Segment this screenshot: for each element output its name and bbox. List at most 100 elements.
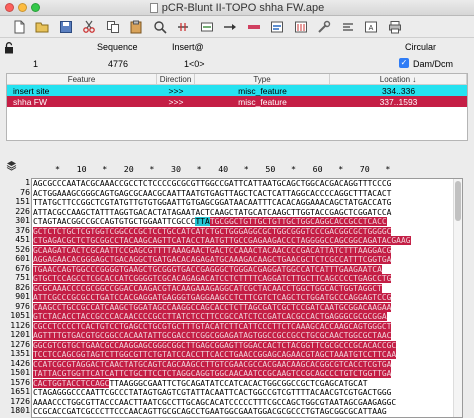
vertical-scrollbar[interactable] <box>453 179 462 417</box>
sequence-line[interactable]: TATTACGTGGTTCATCATTCTGCTTCCTCTAGGCAGGTGG… <box>32 369 462 379</box>
sequence-line[interactable]: GTCTACACCTACCGCCCACAACCCCGCCTTATCTCCTTCC… <box>32 312 462 322</box>
sequence-line[interactable]: GCAAGATCACTCGCAATTCCGAGCGTTTTAAAGAACTGAC… <box>32 245 462 256</box>
feature-highlight-insert-site: TTA <box>195 217 210 226</box>
document-icon <box>149 3 158 13</box>
sequence-editor[interactable]: AGCGCCCAATACGCAAACCGCCTCTCCCCGCGCGTTGGCC… <box>31 178 463 418</box>
feature-type: misc_feature <box>238 96 287 107</box>
graphic-map-button[interactable] <box>267 18 288 36</box>
ruler-tick: * <box>338 164 344 174</box>
enzymes-button[interactable] <box>173 18 194 36</box>
ruler-tick: * <box>196 164 202 174</box>
sequence-text: AGCGCCCAATACGCAAACCGCCTCTCCCCGCGCGTTGGCC… <box>33 179 392 188</box>
feature-name: shha FW <box>13 96 48 107</box>
ruler-tick: * <box>55 164 60 174</box>
orf-button[interactable]: A <box>361 18 382 36</box>
sequence-line[interactable]: GGCGTCGTGCTGAACGCCAAGGAGCGGGCGGCTTGAGCGG… <box>32 340 462 351</box>
sequence-line[interactable]: GCTCTCTGCTCGTGGTCGGCCCGCTCCTGCCATCATCTGC… <box>32 226 462 237</box>
dam-dcm-label[interactable]: Dam/Dcm <box>413 59 453 69</box>
cut-button[interactable] <box>79 18 100 36</box>
sequence-line[interactable]: AGCGCCCAATACGCAAACCGCCTCTCCCCGCGCGTTGGCC… <box>32 179 462 189</box>
sequence-line[interactable]: AAAACCCTGGCGTTACCCAACTTAATCGCCTTGCAGCACA… <box>32 398 462 408</box>
sequence-line[interactable]: AGTTTTGTGACGTGCGGCCACAATATTGCGACCTCGGCGG… <box>32 331 462 341</box>
feature-row[interactable]: shha FW >>> misc_feature 337..1593 <box>7 96 467 107</box>
sequence-text: TTAAGGGCGAATTCTGCAGATATCCATCACACTGGCGGCC… <box>109 378 368 388</box>
window-title: pCR-Blunt II-TOPO shha FW.ape <box>161 2 325 14</box>
new-document-button[interactable] <box>8 18 29 36</box>
sequence-line[interactable]: GTGCTCCAGCCTCGCACCATCGGGGTCGCACAGAGACATC… <box>32 274 462 284</box>
print-button[interactable] <box>384 18 405 36</box>
align-icon <box>342 22 353 31</box>
column-header-feature[interactable]: Feature <box>7 74 157 84</box>
line-number: 1801 <box>10 405 30 415</box>
features-table: Feature Direction Type Location ↓ insert… <box>6 73 468 141</box>
sequence-info: Sequence Insert@ Circular 1 4776 1<0> ✓ … <box>0 38 474 72</box>
tools-button[interactable] <box>314 18 335 36</box>
find-icon <box>153 20 167 34</box>
feature-highlight-shha: CACTGGTACCTCCAGC <box>33 378 110 388</box>
ruler-tick: * <box>291 164 296 174</box>
feature-highlight-shha: AGGAGAACACGGGAGCTGACAGGCTGATGACACAGAGATG… <box>33 255 392 264</box>
sequence-line[interactable]: CGCCTCCCCTCACTGTCCTGAGCCTGCGTGCTTTGTACAT… <box>32 321 462 332</box>
sequence-line[interactable]: CTAGTAACGGCCGCCAGTGTGCTGGAATTCGCCCTTATGC… <box>32 217 462 227</box>
primer-button[interactable] <box>220 18 241 36</box>
ruler-label: 70 <box>359 164 370 174</box>
sequence-line[interactable]: TCCTCCAGCGGTAGTCTTGGCGTTCTGTATCCACCTTCAC… <box>32 350 462 360</box>
sequence-line[interactable]: CCATCGCGTAGGACTCAACTATGCAGTCAGCAAGCCTTGT… <box>32 359 462 370</box>
insert-label: Insert@ <box>172 42 204 52</box>
sequence-line[interactable]: CTAGAGGGCCCAATTCGCCCTATAGTGAGTCGTATTACAA… <box>32 388 462 398</box>
paste-button[interactable] <box>126 18 147 36</box>
ruler-label: 30 <box>171 164 181 174</box>
feature-name: insert site <box>13 85 50 96</box>
features-button[interactable] <box>243 18 264 36</box>
feature-row[interactable]: insert site >>> misc_feature 334..336 <box>7 85 467 96</box>
sequence-text: ATTACGCCAAGCTATTTAGGTGACACTATAGAATACTCAA… <box>33 207 392 217</box>
sequence-line[interactable]: TGAACCAGTGGCCCGGGGTGAAGCTGCGGGTGACCGAGGG… <box>32 264 462 275</box>
ruler-tick: * <box>243 164 249 174</box>
feature-direction: >>> <box>168 96 184 107</box>
column-header-type[interactable]: Type <box>195 74 330 84</box>
scissors-icon <box>83 20 95 33</box>
sequence-text: CTAGAGGGCCCAATTCGCCCTATAGTGAGTCGTATTACAA… <box>33 388 392 397</box>
sequence-line[interactable]: AGGAGAACACGGGAGCTGACAGGCTGATGACACAGAGATG… <box>32 255 462 265</box>
tools-icon <box>318 20 331 33</box>
enzyme-map-icon <box>294 21 307 32</box>
open-button[interactable] <box>32 18 53 36</box>
sequence-line[interactable]: TTATGCTTCCGGCTCGTATGTTGTGTGGAATTGTGAGCGG… <box>32 198 462 208</box>
column-header-location[interactable]: Location ↓ <box>330 74 467 84</box>
insert-position: 1<0> <box>184 59 205 69</box>
dam-dcm-checkbox[interactable]: ✓ <box>399 58 409 68</box>
features-icon <box>247 24 260 29</box>
feature-highlight-shha: GTGCTCCAGCCTCGCACCATCGGGGTCGCACAGAGACATC… <box>33 274 392 283</box>
align-button[interactable] <box>337 18 358 36</box>
feature-highlight-shha: GCAAGATCACTCGCAATTCCGAGCGTTTTAAAGAACTGAC… <box>33 245 392 255</box>
ruler-tick: * <box>102 164 108 174</box>
sequence-line[interactable]: CCGCACCGATCGCCCTTCCCAACAGTTGCGCAGCCTGAAT… <box>32 407 462 417</box>
translate-button[interactable] <box>196 18 217 36</box>
sequence-line[interactable]: CTGAGACGCTCTGCGGCCTACAAGCAGTTCATACCTAATG… <box>32 236 462 246</box>
sequence-line[interactable]: CACTGGTACCTCCAGCTTAAGGGCGAATTCTGCAGATATC… <box>32 378 462 389</box>
ruler-label: 60 <box>312 164 323 174</box>
feature-highlight-shha: CGCCTCCCCTCACTGTCCTGAGCCTGCGTGCTTTGTACAT… <box>33 321 392 331</box>
feature-highlight-shha: TGAACCAGTGGCCCGGGGTGAAGCTGCGGGTGACCGAGGG… <box>33 264 382 274</box>
ruler-label: 10 <box>76 164 87 174</box>
column-header-direction[interactable]: Direction <box>157 74 195 84</box>
sequence-label: Sequence <box>97 42 138 52</box>
sequence-line[interactable]: CAAGCCTGCCGCCATCAAGCTGGATAGCCAAGGCCAGCAC… <box>32 302 462 313</box>
scrollbar-thumb[interactable] <box>455 181 461 221</box>
sequence-ruler: * 10 * 20 * 30 * 40 * 50 * 60 * 70 * <box>0 164 474 176</box>
circular-label[interactable]: Circular <box>405 42 436 52</box>
sequence-line[interactable]: ACTGGAAAGCGGGCAGTGAGCGCAACGCAATTAATGTGAG… <box>32 189 462 199</box>
enzyme-map-button[interactable] <box>290 18 311 36</box>
sequence-line[interactable]: ATTCGCCCGCGCCTGATCCACGAGGATGAGGGTGAGGAAG… <box>32 293 462 303</box>
find-button[interactable] <box>149 18 170 36</box>
ruler-label: 50 <box>265 164 276 174</box>
app-window: pCR-Blunt II-TOPO shha FW.ape A Sequence… <box>0 0 474 418</box>
copy-button[interactable] <box>102 18 123 36</box>
translate-icon <box>200 22 213 31</box>
sequence-line[interactable]: GCGCAAACCCCGCGGCCGGACCAAGACGTACAAGAAAGAG… <box>32 283 462 294</box>
orf-icon: A <box>365 21 377 32</box>
new-document-icon <box>14 20 24 33</box>
sequence-line[interactable]: ATTACGCCAAGCTATTTAGGTGACACTATAGAATACTCAA… <box>32 208 462 218</box>
save-button[interactable] <box>55 18 76 36</box>
lock-icon[interactable] <box>4 42 14 54</box>
